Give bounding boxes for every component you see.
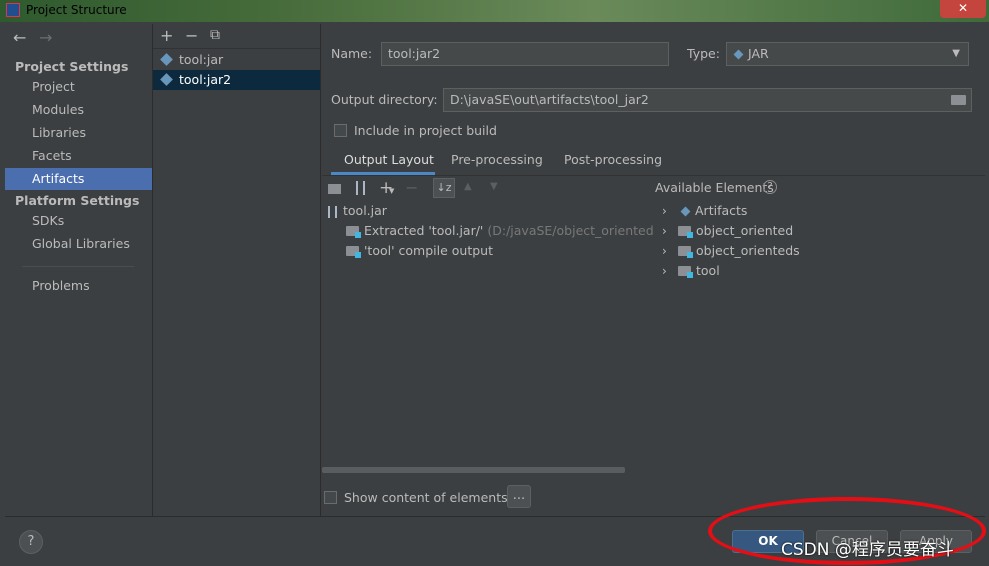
artifact-list-panel	[153, 24, 321, 516]
nav-item-problems[interactable]: Problems	[5, 275, 152, 297]
available-elements-header: Available Elements	[655, 180, 774, 195]
create-directory-icon[interactable]	[328, 184, 341, 194]
toolbar-divider	[153, 48, 320, 49]
extracted-folder-icon	[346, 225, 361, 238]
chevron-down-icon: ▼	[952, 48, 960, 59]
chevron-right-icon: ›	[662, 264, 667, 278]
move-up-icon[interactable]: ▲	[464, 181, 472, 192]
available-item-label: object_orienteds	[696, 243, 800, 258]
type-select[interactable]: JAR ▼	[726, 42, 969, 66]
available-item-label: Artifacts	[695, 203, 748, 218]
nav-item-sdks[interactable]: SDKs	[5, 210, 152, 232]
nav-item-global-libraries[interactable]: Global Libraries	[5, 233, 152, 255]
tab-post-processing[interactable]: Post-processing	[564, 152, 662, 167]
layout-tree-root[interactable]: tool.jar	[328, 201, 387, 221]
app-icon	[6, 3, 20, 17]
layout-root-label: tool.jar	[343, 203, 387, 218]
remove-element-icon[interactable]: −	[405, 178, 418, 197]
folder-browse-icon[interactable]	[951, 95, 966, 105]
layout-item-label: Extracted 'tool.jar/'	[364, 223, 484, 238]
show-content-label: Show content of elements	[344, 490, 508, 505]
nav-divider	[22, 266, 134, 267]
project-settings-header: Project Settings	[15, 59, 129, 74]
artifact-label: tool:jar2	[179, 72, 232, 87]
artifact-icon	[160, 53, 173, 66]
artifact-label: tool:jar	[179, 52, 224, 67]
artifact-item[interactable]: tool:jar	[153, 50, 320, 70]
tab-output-layout[interactable]: Output Layout	[344, 152, 434, 167]
type-label: Type:	[687, 46, 720, 61]
help-button[interactable]: ?	[19, 530, 43, 554]
csdn-watermark: CSDN @程序员要奋斗	[781, 540, 954, 560]
layout-item-label: 'tool' compile output	[364, 243, 493, 258]
nav-item-facets[interactable]: Facets	[5, 145, 152, 167]
artifacts-icon	[680, 206, 691, 217]
copy-artifact-icon[interactable]: ⧉	[210, 27, 220, 43]
module-icon	[678, 265, 693, 278]
artifact-item-selected[interactable]: tool:jar2	[153, 70, 320, 90]
available-item[interactable]: › object_oriented	[662, 221, 793, 241]
tabs-divider	[322, 175, 985, 176]
nav-item-modules[interactable]: Modules	[5, 99, 152, 121]
output-directory-label: Output directory:	[331, 92, 438, 107]
layout-tree-item[interactable]: Extracted 'tool.jar/' (D:/javaSE/object_…	[346, 221, 654, 241]
jar-type-icon	[733, 49, 744, 60]
help-icon[interactable]: ?	[763, 180, 777, 194]
layout-horizontal-scrollbar[interactable]	[322, 467, 625, 473]
output-directory-field[interactable]: D:\javaSE\out\artifacts\tool_jar2	[443, 88, 972, 112]
name-field[interactable]: tool:jar2	[381, 42, 669, 66]
forward-icon[interactable]: →	[39, 28, 52, 47]
available-item-label: tool	[696, 263, 720, 278]
show-content-checkbox[interactable]	[324, 491, 337, 504]
module-output-icon	[346, 245, 361, 258]
chevron-right-icon: ›	[662, 204, 667, 218]
move-down-icon[interactable]: ▼	[490, 181, 498, 192]
add-artifact-icon[interactable]: +	[160, 26, 173, 45]
name-label: Name:	[331, 46, 373, 61]
type-value: JAR	[748, 46, 769, 61]
chevron-right-icon: ›	[662, 244, 667, 258]
nav-item-libraries[interactable]: Libraries	[5, 122, 152, 144]
available-item[interactable]: › object_orienteds	[662, 241, 800, 261]
chevron-right-icon: ›	[662, 224, 667, 238]
layout-tree-item[interactable]: 'tool' compile output	[346, 241, 493, 261]
include-in-build-checkbox[interactable]	[334, 124, 347, 137]
module-icon	[678, 225, 693, 238]
nav-item-project[interactable]: Project	[5, 76, 152, 98]
output-directory-value: D:\javaSE\out\artifacts\tool_jar2	[450, 92, 649, 107]
nav-item-artifacts[interactable]: Artifacts	[5, 168, 152, 190]
chevron-down-icon: ▼	[389, 187, 395, 195]
available-item[interactable]: › Artifacts	[662, 201, 747, 221]
available-item[interactable]: › tool	[662, 261, 720, 281]
artifact-icon	[160, 73, 173, 86]
show-content-options-button[interactable]: ...	[507, 485, 531, 508]
layout-item-hint: (D:/javaSE/object_orienteds/sr	[487, 223, 654, 238]
available-item-label: object_oriented	[696, 223, 794, 238]
module-icon	[678, 245, 693, 258]
window-title: Project Structure	[26, 3, 127, 17]
window-titlebar	[0, 0, 989, 22]
remove-artifact-icon[interactable]: −	[185, 26, 198, 45]
platform-settings-header: Platform Settings	[15, 193, 140, 208]
close-window-button[interactable]: ✕	[940, 0, 986, 18]
create-archive-icon[interactable]	[356, 181, 365, 195]
back-icon[interactable]: ←	[13, 28, 26, 47]
tab-pre-processing[interactable]: Pre-processing	[451, 152, 543, 167]
include-in-build-label: Include in project build	[354, 123, 497, 138]
sort-elements-icon[interactable]: ↓z	[433, 178, 455, 198]
jar-icon	[328, 205, 337, 218]
